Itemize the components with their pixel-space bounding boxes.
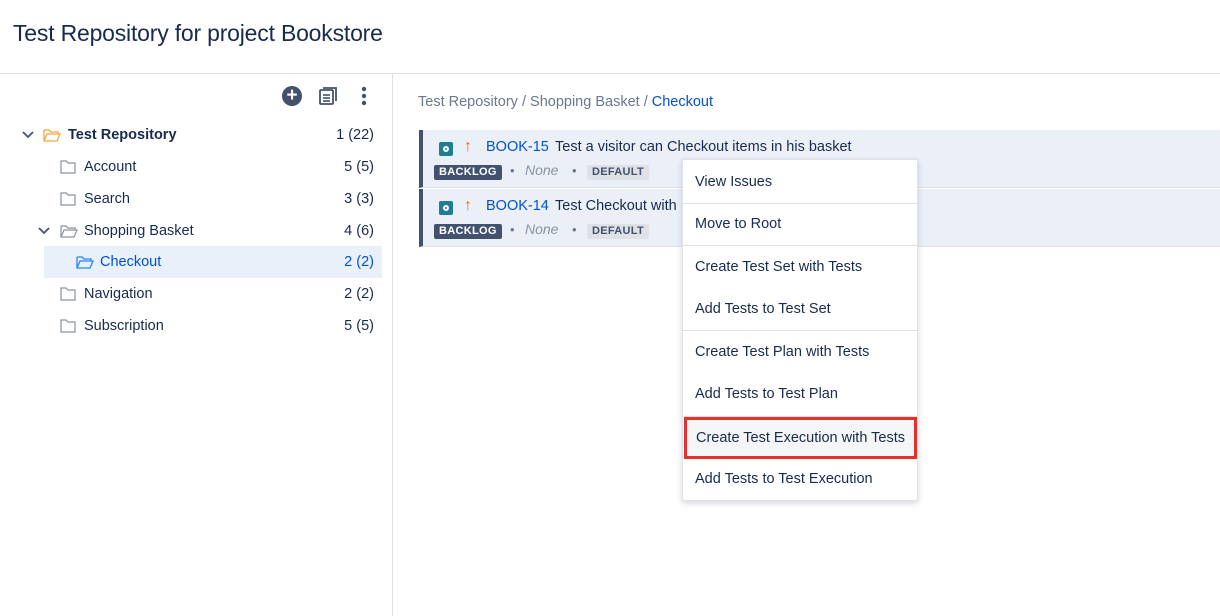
tree-item-shopping-basket[interactable]: Shopping Basket 4 (6) (0, 215, 383, 247)
tree-count: 5 (5) (344, 159, 374, 175)
toggle-view-button[interactable] (316, 84, 340, 108)
panel-divider[interactable] (392, 73, 393, 616)
breadcrumb-current: Checkout (651, 94, 714, 110)
issue-key-link[interactable]: BOOK-14 (486, 198, 549, 214)
test-type-icon (439, 201, 453, 215)
tree-item-search[interactable]: Search 3 (3) (0, 183, 383, 215)
menu-item-add-to-test-set[interactable]: Add Tests to Test Set (683, 288, 917, 330)
page-title: Test Repository for project Bookstore (13, 20, 383, 46)
tree-count: 1 (22) (336, 127, 374, 143)
test-summary: Test a visitor can Checkout items in his… (555, 139, 852, 155)
tree-label: Shopping Basket (84, 223, 194, 239)
tree-item-checkout[interactable]: Checkout 2 (2) (44, 246, 382, 278)
assignee-value: None (525, 221, 559, 237)
tree-count: 3 (3) (344, 191, 374, 207)
tree-label: Test Repository (68, 127, 177, 143)
tree-label: Checkout (100, 254, 162, 270)
breadcrumb-item[interactable]: Shopping Basket (530, 94, 640, 110)
status-badge: BACKLOG (434, 224, 502, 239)
tree-label: Navigation (84, 286, 153, 302)
environment-badge: DEFAULT (587, 165, 650, 180)
folder-icon (60, 192, 78, 206)
folder-open-icon (76, 255, 94, 269)
tree-label: Subscription (84, 318, 164, 334)
document-list-icon (319, 87, 337, 105)
status-badge: BACKLOG (434, 165, 502, 180)
folder-icon (60, 160, 78, 174)
breadcrumb: Test Repository / Shopping Basket / Chec… (418, 94, 714, 110)
tree-root-test-repository[interactable]: Test Repository 1 (22) (0, 119, 383, 151)
add-folder-button[interactable]: + (280, 84, 304, 108)
priority-up-arrow-icon: ↑ (464, 138, 472, 155)
menu-item-move-to-root[interactable]: Move to Root (683, 203, 917, 245)
meta-separator: • (510, 222, 515, 237)
tree-item-navigation[interactable]: Navigation 2 (2) (0, 278, 383, 310)
meta-separator: • (510, 163, 515, 178)
assignee-value: None (525, 162, 559, 178)
menu-item-add-to-test-plan[interactable]: Add Tests to Test Plan (683, 373, 917, 415)
issue-key-link[interactable]: BOOK-15 (486, 139, 549, 155)
menu-item-view-issues[interactable]: View Issues (683, 161, 917, 203)
tree-item-subscription[interactable]: Subscription 5 (5) (0, 310, 383, 342)
folder-icon (60, 287, 78, 301)
menu-item-create-test-set[interactable]: Create Test Set with Tests (683, 246, 917, 288)
header-divider (0, 73, 1220, 74)
environment-badge: DEFAULT (587, 224, 650, 239)
folder-open-icon (60, 224, 78, 238)
vertical-ellipsis-icon (361, 86, 367, 106)
chevron-down-icon[interactable] (37, 224, 51, 238)
priority-up-arrow-icon: ↑ (464, 197, 472, 214)
folder-open-icon (43, 128, 61, 142)
tree-count: 4 (6) (344, 223, 374, 239)
plus-circle-icon: + (282, 86, 302, 106)
chevron-down-icon[interactable] (21, 128, 35, 142)
tree-count: 2 (2) (344, 254, 374, 270)
tree-label: Search (84, 191, 130, 207)
tree-label: Account (84, 159, 137, 175)
menu-item-create-test-plan[interactable]: Create Test Plan with Tests (683, 331, 917, 373)
menu-item-add-to-test-execution[interactable]: Add Tests to Test Execution (683, 458, 917, 500)
tree-count: 2 (2) (344, 286, 374, 302)
menu-item-create-test-execution[interactable]: Create Test Execution with Tests (684, 417, 917, 459)
more-actions-button[interactable] (352, 84, 376, 108)
context-menu: View Issues Move to Root Create Test Set… (682, 159, 918, 501)
test-type-icon (439, 142, 453, 156)
folder-icon (60, 319, 78, 333)
meta-separator: • (572, 222, 577, 237)
tree-count: 5 (5) (344, 318, 374, 334)
meta-separator: • (572, 163, 577, 178)
tree-item-account[interactable]: Account 5 (5) (0, 151, 383, 183)
breadcrumb-item[interactable]: Test Repository (418, 94, 518, 110)
test-summary: Test Checkout with (555, 198, 677, 214)
